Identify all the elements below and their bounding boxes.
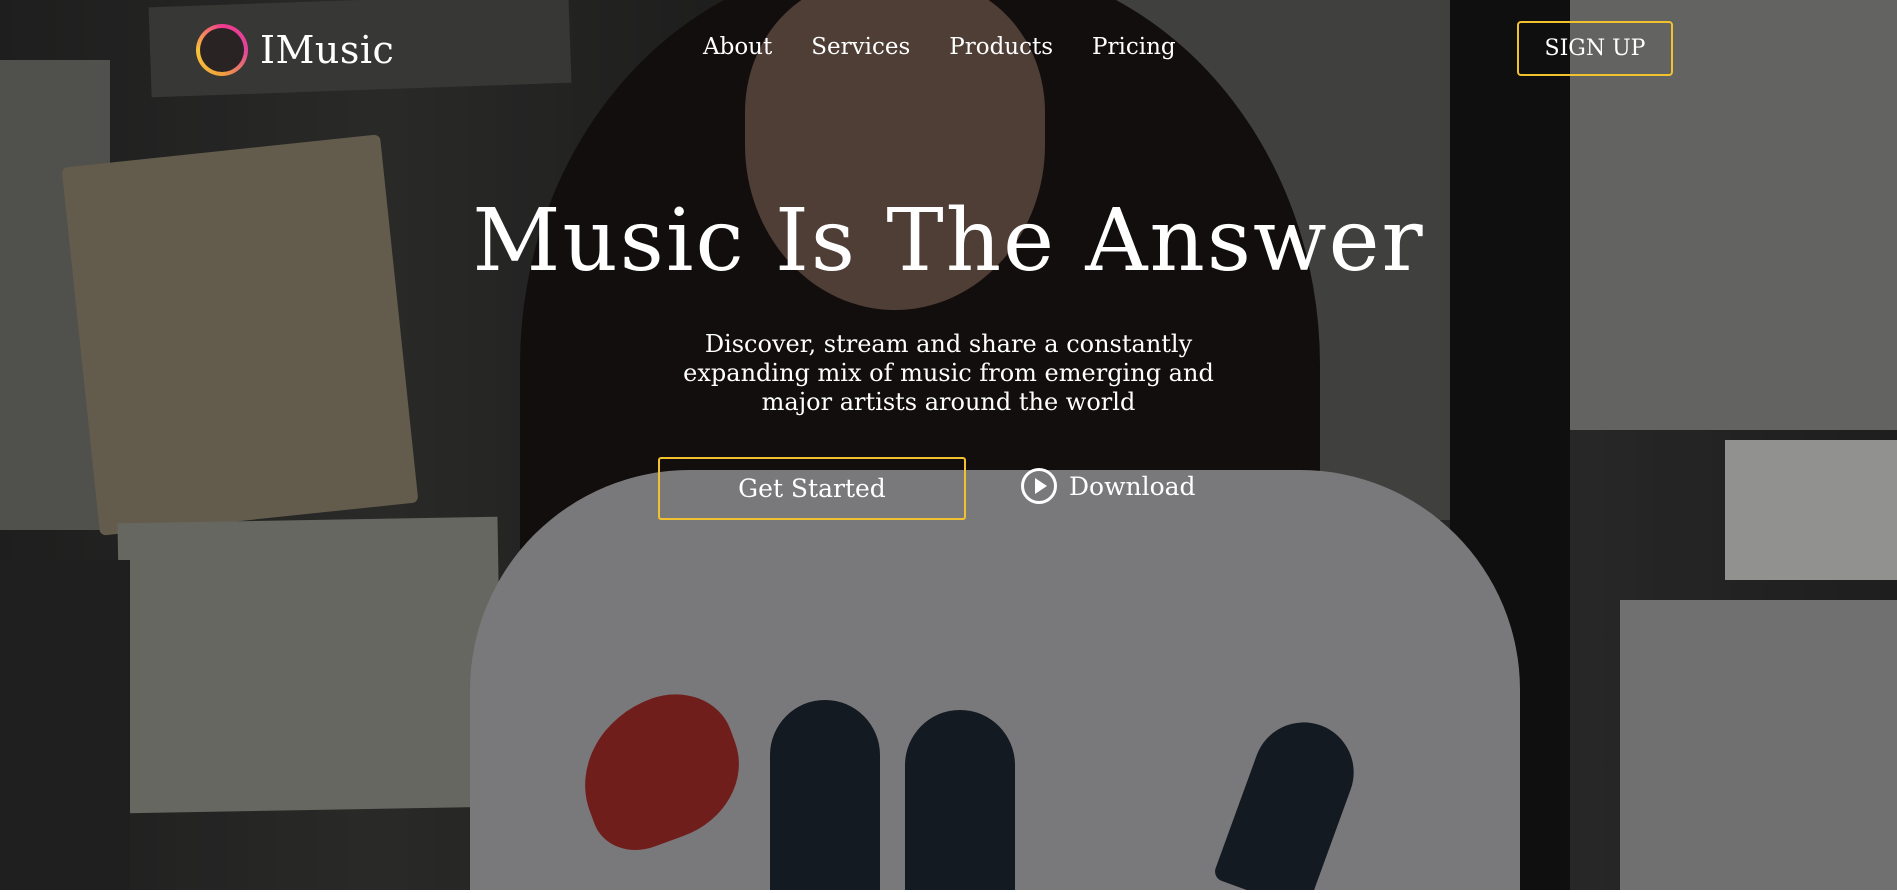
brand-name: IMusic bbox=[260, 28, 395, 72]
main-nav: About Services Products Pricing bbox=[703, 34, 1215, 60]
signup-button[interactable]: SIGN UP bbox=[1517, 21, 1673, 76]
hero-subtext: Discover, stream and share a constantly … bbox=[683, 330, 1214, 416]
download-label: Download bbox=[1069, 471, 1196, 501]
hero-headline: Music Is The Answer bbox=[472, 191, 1425, 291]
play-circle-icon bbox=[1021, 468, 1057, 504]
background-overlay bbox=[0, 0, 1897, 890]
brand-logo-link[interactable]: IMusic bbox=[196, 19, 394, 81]
get-started-button[interactable]: Get Started bbox=[658, 457, 966, 520]
nav-link-pricing[interactable]: Pricing bbox=[1092, 34, 1176, 60]
nav-link-products[interactable]: Products bbox=[949, 34, 1053, 60]
nav-link-about[interactable]: About bbox=[703, 34, 772, 60]
hero-section: IMusic About Services Products Pricing S… bbox=[0, 0, 1897, 890]
nav-link-services[interactable]: Services bbox=[811, 34, 910, 60]
download-button[interactable]: Download bbox=[1021, 468, 1196, 504]
soundwave-icon bbox=[196, 24, 248, 76]
